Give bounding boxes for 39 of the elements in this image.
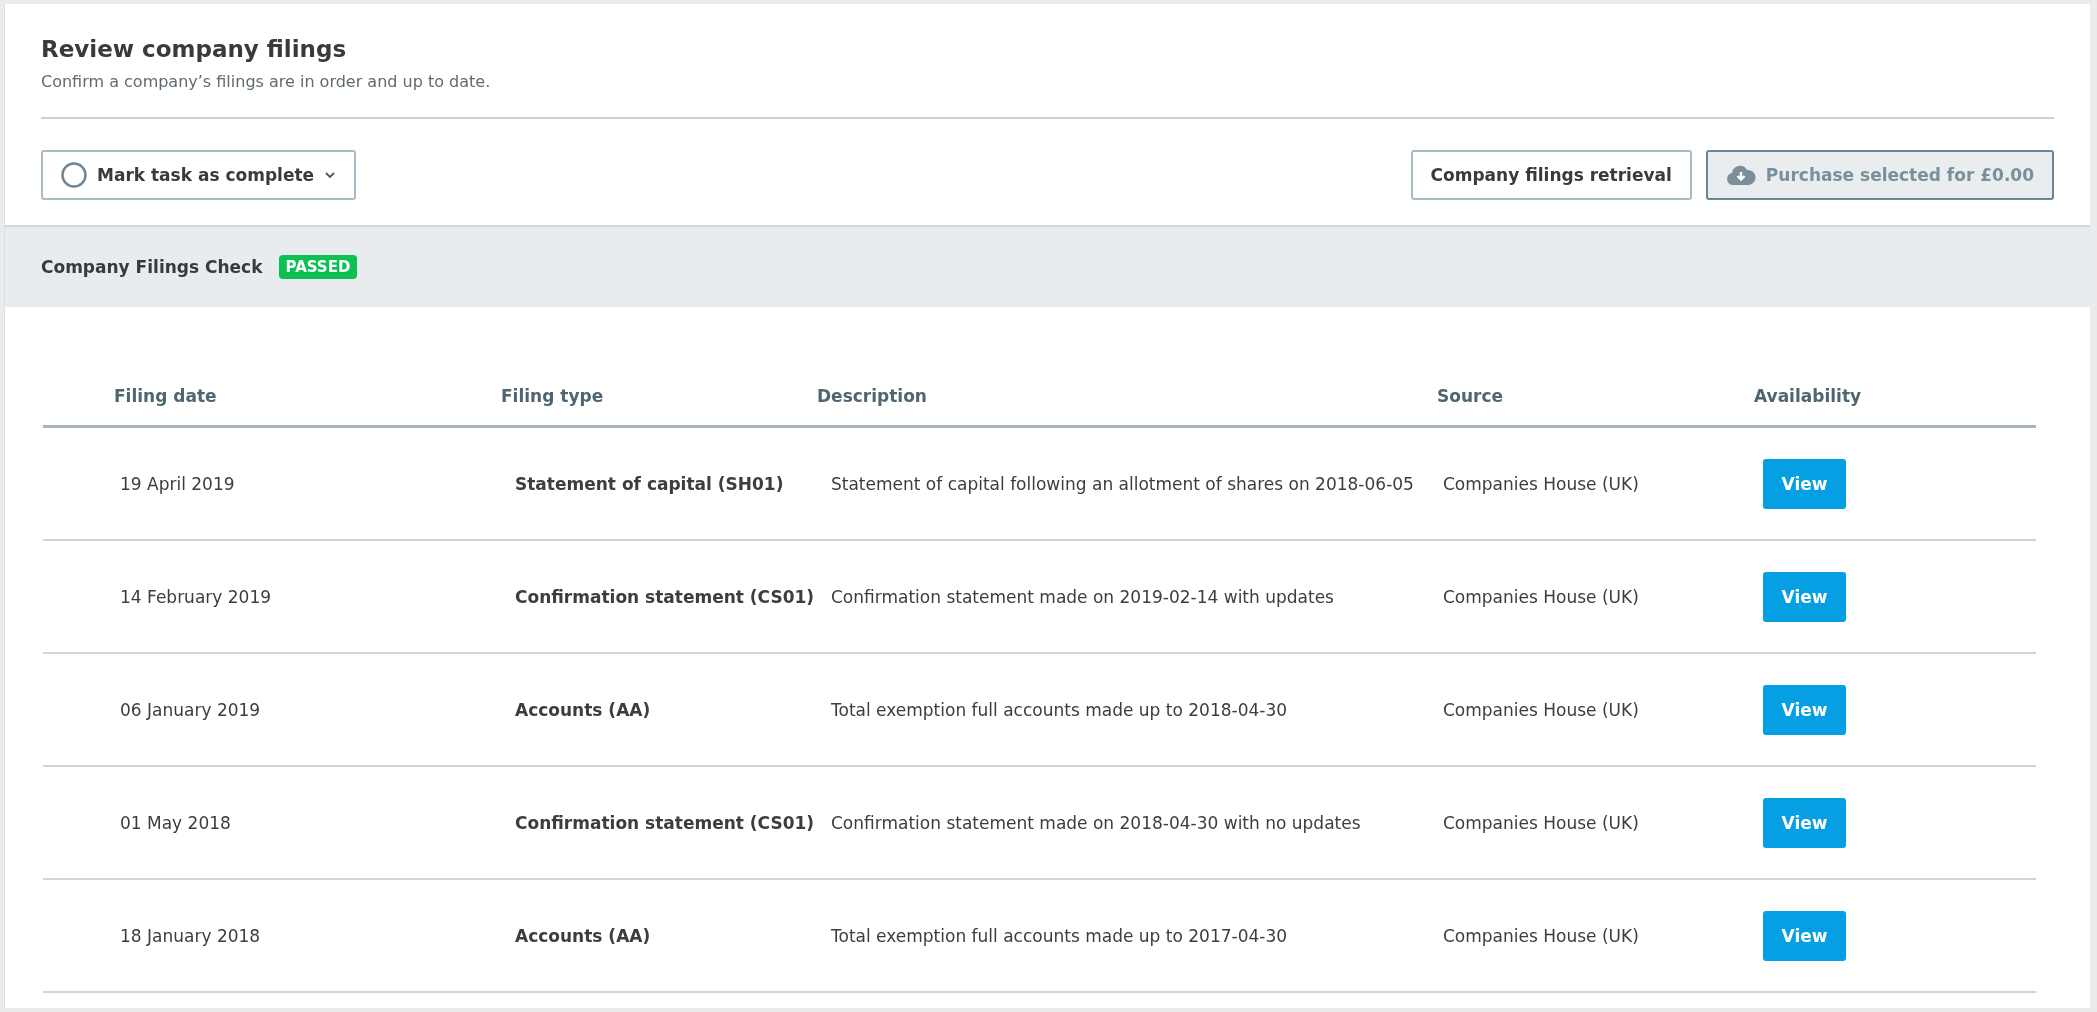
date-cell-text: 19 April 2019	[120, 473, 236, 494]
view-button[interactable]: View	[1763, 458, 1846, 509]
source-cell-text: Companies House (UK)	[1443, 699, 1640, 720]
check-title: Company Filings Check	[41, 257, 263, 277]
cloud-download-icon	[1725, 164, 1756, 186]
description-cell-text: Confirmation statement made on 2018-04-30 with no updates	[831, 812, 1362, 833]
filing-type-cell-text: Confirmation statement (CS01)	[515, 812, 816, 833]
column-header: Availability	[1754, 386, 1863, 406]
column-header: Description	[817, 386, 928, 406]
source-cell-text: Companies House (UK)	[1443, 473, 1640, 494]
column-header: Source	[1437, 386, 1505, 406]
circle-checkbox-icon	[61, 162, 87, 188]
description-cell-text: Total exemption full accounts made up to 2018-04-30	[831, 699, 1289, 720]
filing-type-cell-text: Accounts (AA)	[515, 699, 652, 720]
date-cell-text: 01 May 2018	[120, 812, 232, 833]
view-button[interactable]: View	[1763, 684, 1846, 735]
filing-type-cell-text: Statement of capital (SH01)	[515, 473, 785, 494]
page-title: Review company filings	[41, 36, 348, 62]
column-header: Filing type	[501, 386, 605, 406]
view-button[interactable]: View	[1763, 797, 1846, 848]
status-badge: PASSED	[278, 255, 358, 279]
source-cell-text: Companies House (UK)	[1443, 586, 1640, 607]
source-cell-text: Companies House (UK)	[1443, 925, 1640, 946]
column-header: Filing date	[114, 386, 218, 406]
filing-type-cell-text: Confirmation statement (CS01)	[515, 586, 816, 607]
date-cell-text: 14 February 2019	[120, 586, 273, 607]
description-cell-text: Total exemption full accounts made up to 2017-04-30	[831, 925, 1289, 946]
date-cell-text: 18 January 2018	[120, 925, 262, 946]
source-cell-text: Companies House (UK)	[1443, 812, 1640, 833]
view-button[interactable]: View	[1763, 910, 1846, 961]
mark-complete-button[interactable]: Mark task as complete	[41, 150, 357, 200]
chevron-down-icon	[324, 171, 337, 179]
description-cell-text: Statement of capital following an allotment of shares on 2018-06-05	[831, 473, 1415, 494]
filings-retrieval-button[interactable]: Company filings retrieval	[1410, 150, 1692, 200]
description-cell-text: Confirmation statement made on 2019-02-14 with updates	[831, 586, 1335, 607]
filing-type-cell-text: Accounts (AA)	[515, 925, 652, 946]
page-subtitle: Confirm a company’s filings are in order and up to date.	[41, 72, 492, 91]
date-cell-text: 06 January 2019	[120, 699, 262, 720]
view-button[interactable]: View	[1763, 571, 1846, 622]
